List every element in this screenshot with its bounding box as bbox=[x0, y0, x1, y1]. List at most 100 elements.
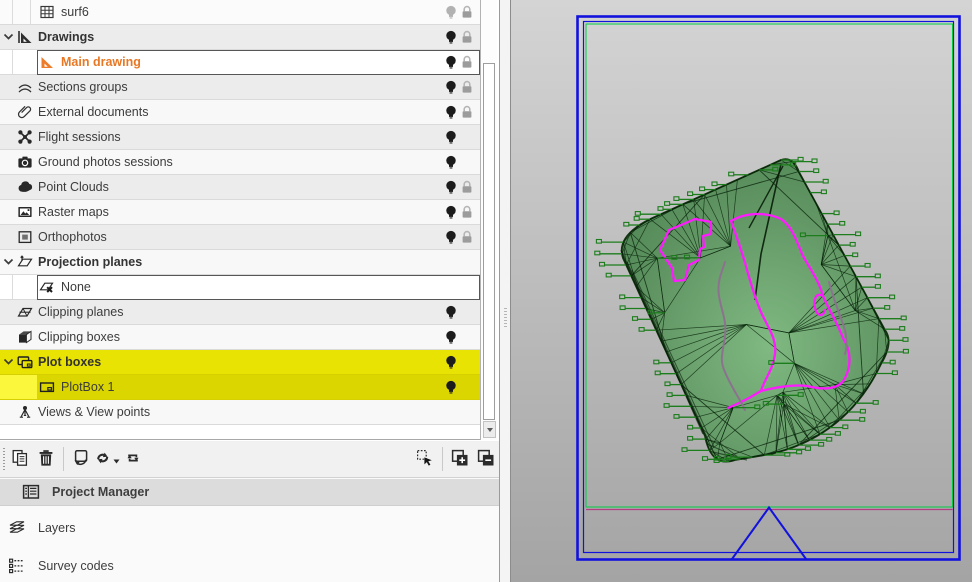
expand-all-button[interactable] bbox=[447, 445, 473, 473]
tree-row-clipping-boxes[interactable]: Clipping boxes bbox=[0, 325, 480, 350]
visibility-bulb-icon[interactable] bbox=[443, 204, 459, 220]
clipping-box-icon bbox=[17, 329, 33, 345]
indent-guide bbox=[12, 275, 13, 299]
tree-item-label: External documents bbox=[38, 100, 148, 124]
tab-project-manager[interactable]: Project Manager bbox=[0, 479, 521, 506]
visibility-bulb-icon[interactable] bbox=[443, 4, 459, 20]
visibility-bulb-icon[interactable] bbox=[443, 379, 459, 395]
visibility-bulb-icon[interactable] bbox=[443, 104, 459, 120]
tree-item-label: Views & View points bbox=[38, 400, 150, 424]
tree-row-drawings[interactable]: Drawings bbox=[0, 25, 480, 50]
terrain-mesh bbox=[595, 157, 909, 462]
lock-icon[interactable] bbox=[459, 54, 475, 70]
views-icon bbox=[17, 404, 33, 420]
visibility-bulb-icon[interactable] bbox=[443, 54, 459, 70]
project-manager-panel: surf6DrawingsMain drawingSections groups… bbox=[0, 0, 499, 582]
tree-row-surf6[interactable]: surf6 bbox=[0, 0, 480, 25]
send-receive-button[interactable] bbox=[94, 445, 120, 473]
indent-guide bbox=[12, 50, 13, 74]
tree-row-flight-sessions[interactable]: Flight sessions bbox=[0, 125, 480, 150]
raster-icon bbox=[17, 204, 33, 220]
arrow-down-icon bbox=[487, 428, 493, 432]
toolbar-separator bbox=[63, 447, 64, 471]
caret-down-icon bbox=[113, 452, 120, 467]
tree-row-sections-groups[interactable]: Sections groups bbox=[0, 75, 480, 100]
sections-icon bbox=[17, 79, 33, 95]
tree-item-label: Point Clouds bbox=[38, 175, 109, 199]
tree-item-label: None bbox=[61, 275, 91, 299]
visibility-bulb-icon[interactable] bbox=[443, 229, 459, 245]
tab-survey-codes[interactable]: Survey codes bbox=[0, 547, 507, 582]
tree-row-orthophotos[interactable]: Orthophotos bbox=[0, 225, 480, 250]
splitter-grip-icon bbox=[504, 308, 507, 328]
tree-row-projection-none[interactable]: None bbox=[0, 275, 480, 300]
plot-boxes-icon bbox=[17, 354, 33, 370]
tree-row-views-view-points[interactable]: Views & View points bbox=[0, 400, 480, 425]
visibility-bulb-icon[interactable] bbox=[443, 354, 459, 370]
tree-row-point-clouds[interactable]: Point Clouds bbox=[0, 175, 480, 200]
lock-icon[interactable] bbox=[459, 179, 475, 195]
lock-icon[interactable] bbox=[459, 104, 475, 120]
clipping-plane-icon bbox=[17, 304, 33, 320]
visibility-bulb-icon[interactable] bbox=[443, 304, 459, 320]
tree-row-clipping-planes[interactable]: Clipping planes bbox=[0, 300, 480, 325]
tree-item-label: surf6 bbox=[61, 0, 89, 24]
tree-item-label: Clipping boxes bbox=[38, 325, 120, 349]
camera-icon bbox=[17, 154, 33, 170]
projection-plane-icon bbox=[17, 254, 33, 270]
lock-icon[interactable] bbox=[459, 29, 475, 45]
grid-icon bbox=[39, 4, 55, 20]
tree-row-projection-planes[interactable]: Projection planes bbox=[0, 250, 480, 275]
project-tree: surf6DrawingsMain drawingSections groups… bbox=[0, 0, 480, 440]
visibility-bulb-icon[interactable] bbox=[443, 79, 459, 95]
panel-splitter[interactable] bbox=[499, 0, 510, 582]
lock-icon[interactable] bbox=[459, 229, 475, 245]
drawings-icon bbox=[17, 29, 33, 45]
tree-row-plot-boxes[interactable]: Plot boxes bbox=[0, 350, 480, 375]
loop-icon bbox=[124, 449, 142, 470]
pick-entity-button[interactable] bbox=[412, 445, 438, 473]
expander-chevron-icon[interactable] bbox=[1, 29, 17, 45]
tree-row-external-documents[interactable]: External documents bbox=[0, 100, 480, 125]
tree-toolbar bbox=[0, 441, 499, 477]
visibility-bulb-icon[interactable] bbox=[443, 129, 459, 145]
toolbar-separator bbox=[442, 447, 443, 471]
tree-item-label: Clipping planes bbox=[38, 300, 123, 324]
scrollbar-thumb[interactable] bbox=[483, 63, 495, 420]
tab-label: Layers bbox=[38, 521, 76, 535]
drone-icon bbox=[17, 129, 33, 145]
tree-row-main-drawing[interactable]: Main drawing bbox=[0, 50, 480, 75]
tab-layers[interactable]: Layers bbox=[0, 508, 507, 547]
ortho-icon bbox=[17, 229, 33, 245]
tree-row-plotbox-1[interactable]: PlotBox 1 bbox=[0, 375, 480, 400]
selection-outline bbox=[37, 275, 480, 300]
visibility-bulb-icon[interactable] bbox=[443, 29, 459, 45]
project-manager-icon bbox=[22, 483, 40, 501]
tree-item-label: Flight sessions bbox=[38, 125, 121, 149]
lock-icon[interactable] bbox=[459, 79, 475, 95]
tree-scrollbar[interactable] bbox=[480, 0, 497, 440]
tree-item-label: Main drawing bbox=[61, 50, 141, 74]
update-drawing-button[interactable] bbox=[68, 445, 94, 473]
visibility-bulb-icon[interactable] bbox=[443, 179, 459, 195]
lock-icon[interactable] bbox=[459, 204, 475, 220]
visibility-bulb-icon[interactable] bbox=[443, 329, 459, 345]
survey-codes-icon bbox=[8, 557, 26, 575]
3d-viewport[interactable] bbox=[510, 0, 972, 582]
expander-chevron-icon[interactable] bbox=[1, 354, 17, 370]
expander-chevron-icon[interactable] bbox=[1, 254, 17, 270]
tree-row-ground-photos-sessions[interactable]: Ground photos sessions bbox=[0, 150, 480, 175]
copy-icon bbox=[11, 449, 29, 470]
scrollbar-down-button[interactable] bbox=[483, 421, 496, 438]
regenerate-button[interactable] bbox=[120, 445, 146, 473]
collapse-all-button[interactable] bbox=[473, 445, 499, 473]
collapse-all-icon bbox=[477, 449, 495, 470]
visibility-bulb-icon[interactable] bbox=[443, 154, 459, 170]
delete-button[interactable] bbox=[33, 445, 59, 473]
copy-button[interactable] bbox=[7, 445, 33, 473]
plotbox-icon bbox=[39, 379, 55, 395]
panel-tabs: Project Manager Layers Survey codes bbox=[0, 477, 499, 582]
paperclip-icon bbox=[17, 104, 33, 120]
lock-icon[interactable] bbox=[459, 4, 475, 20]
tree-row-raster-maps[interactable]: Raster maps bbox=[0, 200, 480, 225]
